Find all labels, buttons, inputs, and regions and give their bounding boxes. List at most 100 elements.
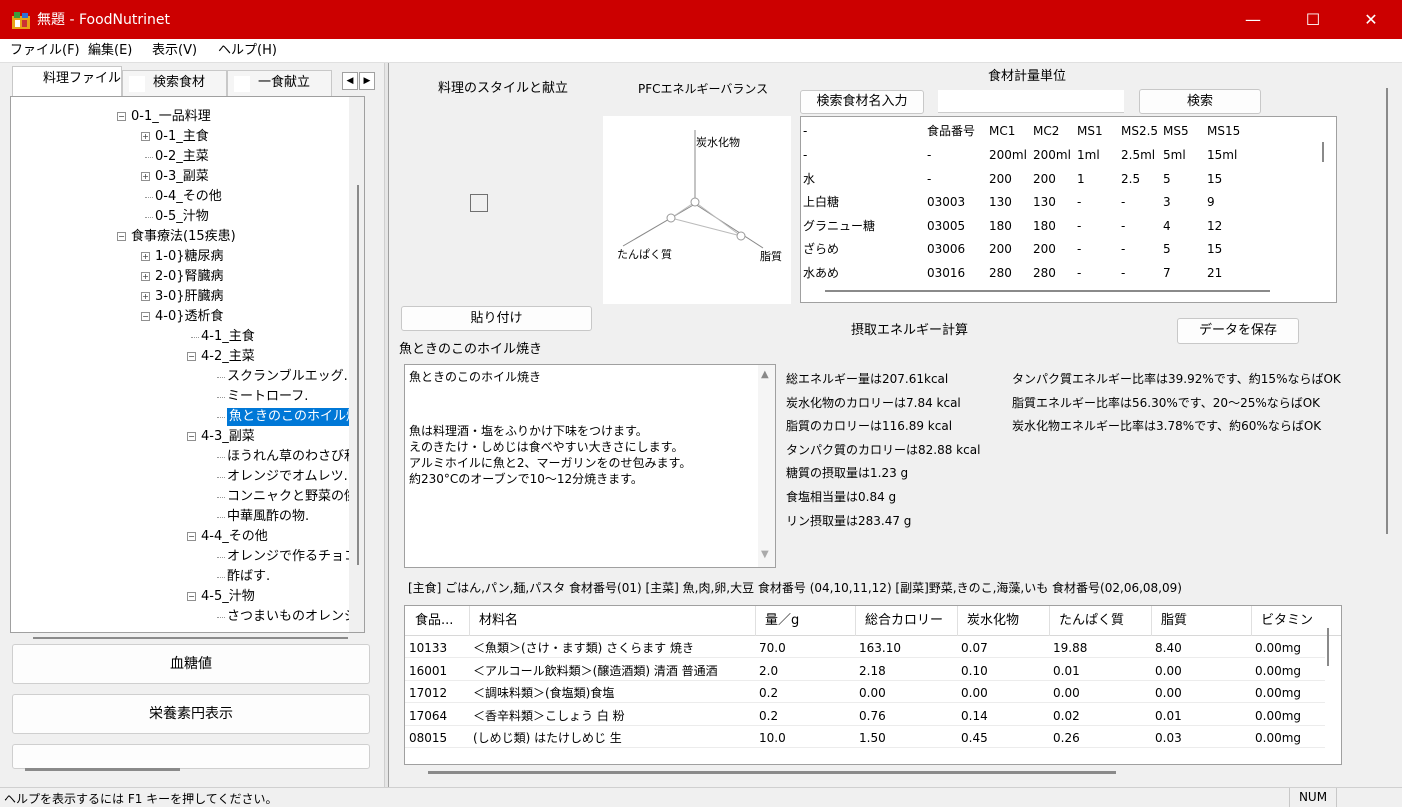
tree-expander-icon[interactable]: − [187,352,196,361]
tree-item[interactable]: 2-0}腎臓病 [155,268,224,286]
menu-icon [234,76,250,92]
tree-expander-icon[interactable]: + [141,132,150,141]
tree-horizontal-scrollbar[interactable] [11,633,349,643]
scroll-up-icon[interactable]: ▲ [761,369,769,380]
menu-edit[interactable]: 編集(E) [88,42,132,60]
tree-expander-icon[interactable]: + [141,292,150,301]
ingredients-cell: 0.00mg [1255,641,1302,655]
ingredients-header-cell[interactable]: 材料名 [479,613,518,629]
column-divider[interactable] [755,606,756,636]
tree-item[interactable]: 4-2_主菜 [201,348,255,366]
tree-item[interactable]: 4-1_主食 [201,328,255,346]
menu-help[interactable]: ヘルプ(H) [218,42,277,60]
column-divider[interactable] [1049,606,1050,636]
ingredients-header-cell[interactable]: たんぱく質 [1059,613,1124,629]
tree-expander-icon[interactable]: − [187,532,196,541]
save-data-button[interactable]: データを保存 [1177,318,1299,344]
tree-item[interactable]: オレンジで作るチョコ: [227,548,361,566]
blood-sugar-button[interactable]: 血糖値 [12,644,370,684]
ingredients-header-cell[interactable]: ビタミン [1261,613,1313,629]
units-cell: - [927,148,932,162]
ingredients-vscroll-thumb[interactable] [1327,628,1329,666]
tree-vertical-scrollbar[interactable] [349,97,364,632]
tab-recipe-files[interactable]: 料理ファイル [12,66,122,96]
tree-item[interactable]: 酢ばす. [227,568,270,586]
menu-bar: ファイル(F) 編集(E) 表示(V) ヘルプ(H) [0,39,1402,63]
units-cell: 200 [989,242,1012,256]
tab-search-ingredients[interactable]: 検索食材 [122,70,227,96]
nutrient-pie-button[interactable]: 栄養素円表示 [12,694,370,734]
tree-expander-icon[interactable]: − [117,232,126,241]
search-button[interactable]: 検索 [1139,89,1261,114]
ingredients-hscroll-thumb[interactable] [428,771,1116,774]
tree-expander-icon[interactable]: − [187,592,196,601]
tree-item[interactable]: オレンジでオムレツ. [227,468,348,486]
menu-file[interactable]: ファイル(F) [10,42,80,60]
tree-expander-icon[interactable]: + [141,252,150,261]
partial-button[interactable] [12,744,370,769]
ingredients-header-cell[interactable]: 量／g [765,613,799,629]
tree-item[interactable]: ミートローフ. [227,388,308,406]
search-name-label-button[interactable]: 検索食材名入力 [800,90,924,114]
units-vscroll-thumb[interactable] [1322,142,1324,162]
ingredients-cell: 10.0 [759,731,786,745]
tree-item[interactable]: 4-5_汁物 [201,588,255,606]
tree-expander-icon[interactable]: − [117,112,126,121]
units-hscroll-thumb[interactable] [825,290,1270,292]
tree-item[interactable]: 0-4_その他 [155,188,222,206]
tree-item[interactable]: 4-0}透析食 [155,308,224,326]
tree-item[interactable]: 3-0}肝臓病 [155,288,224,306]
units-cell: 200 [989,171,1012,186]
recipe-line: 魚は料理酒・塩をふりかけ下味をつけます。 [409,424,648,438]
tree-item[interactable]: 魚ときのこのホイル焼 [227,408,362,426]
tree-item[interactable]: 0-1_主食 [155,128,209,146]
scroll-down-icon[interactable]: ▼ [761,549,769,560]
tab-scroll-right-icon[interactable]: ▶ [359,72,375,90]
tree-item[interactable]: 0-3_副菜 [155,168,209,186]
tree-item[interactable]: ほうれん草のわさび和 [227,448,357,466]
paste-button[interactable]: 貼り付け [401,306,592,331]
tree-item[interactable]: コンニャクと野菜の傑 [227,488,357,506]
tree-scroll-thumb[interactable] [357,185,359,565]
tree-item[interactable]: 4-4_その他 [201,528,268,546]
tree-item[interactable]: 0-5_汁物 [155,208,209,226]
tree-item[interactable]: 中華風酢の物. [227,508,309,526]
minimize-button[interactable]: — [1230,0,1276,39]
tree-item[interactable]: 1-0}糖尿病 [155,248,224,266]
units-cell: 130 [989,195,1012,209]
left-hscroll-thumb[interactable] [25,768,180,771]
tree-expander-icon[interactable]: − [187,432,196,441]
ingredients-cell: 0.01 [1053,663,1080,678]
tree-item[interactable]: 食事療法(15疾患) [131,228,236,246]
tree-item[interactable]: さつまいものオレンジ: [227,608,361,626]
right-vscroll-thumb[interactable] [1386,88,1388,534]
tree-item[interactable]: 0-2_主菜 [155,148,209,166]
tree-hscroll-thumb[interactable] [33,637,348,639]
ingredients-header-cell[interactable]: 炭水化物 [967,613,1019,629]
ingredients-header-cell[interactable]: 総合カロリー [865,613,943,629]
tab-scroll-left-icon[interactable]: ◀ [342,72,358,90]
close-button[interactable]: ✕ [1348,0,1394,39]
tree-item[interactable]: スクランブルエッグ. [227,368,348,386]
tree-expander-icon[interactable]: + [141,272,150,281]
recipe-scrollbar[interactable]: ▲ ▼ [758,365,775,567]
tree-expander-icon[interactable]: − [141,312,150,321]
tree-expander-icon[interactable]: + [141,172,150,181]
column-divider[interactable] [957,606,958,636]
maximize-button[interactable]: ☐ [1290,0,1336,39]
tree-item[interactable]: 0-1_一品料理 [131,108,211,126]
tab-meal-plan[interactable]: 一食献立 [227,70,332,96]
column-divider[interactable] [469,606,470,636]
menu-view[interactable]: 表示(V) [152,42,197,60]
search-ingredient-input[interactable] [938,90,1124,113]
pfc-protein-label: たんぱく質 [617,248,672,261]
ingredients-header-cell[interactable]: 脂質 [1161,613,1187,629]
column-divider[interactable] [1151,606,1152,636]
ingredients-header-cell[interactable]: 食品... [415,613,453,629]
column-divider[interactable] [855,606,856,636]
ingredients-cell: ＜調味料類＞(食塩類)食塩 [473,686,615,700]
tree-item[interactable]: 4-3_副菜 [201,428,255,446]
recipe-textarea[interactable]: 魚ときのこのホイル焼き 魚は料理酒・塩をふりかけ下味をつけます。 えのきたけ・しめじ… [404,364,776,568]
energy-total: 総エネルギー量は207.61kcal [786,372,949,386]
column-divider[interactable] [1251,606,1252,636]
